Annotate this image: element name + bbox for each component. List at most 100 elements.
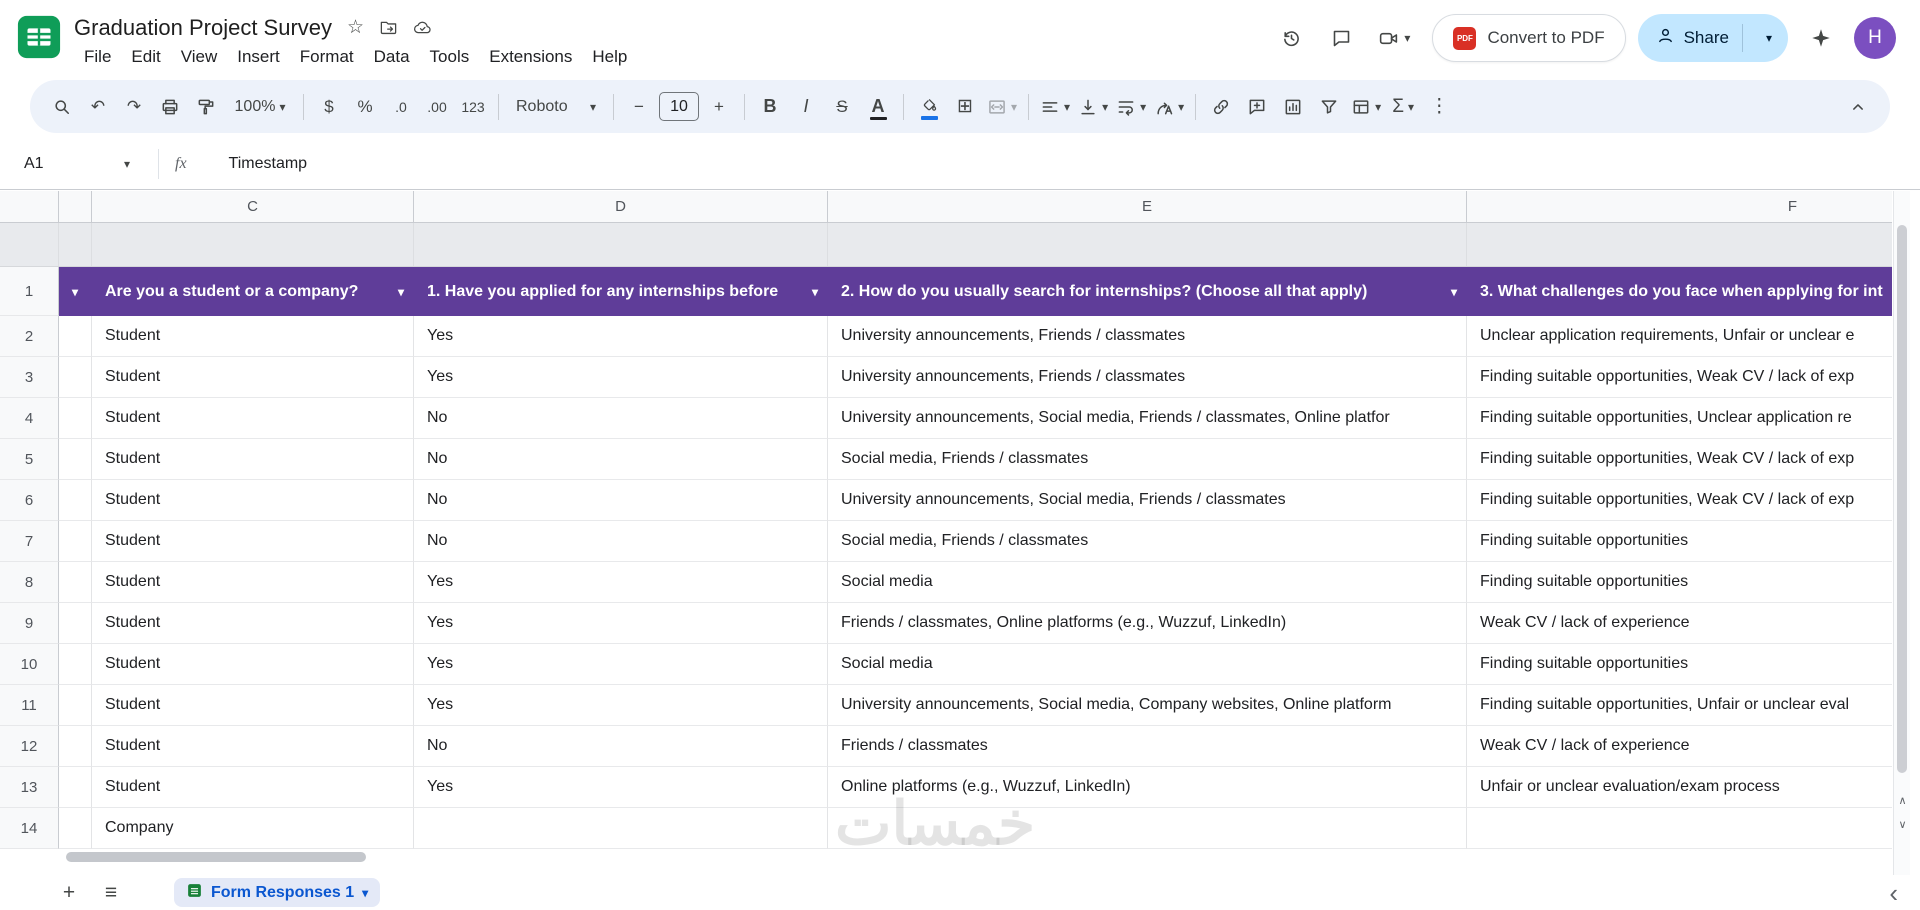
cell[interactable] (59, 685, 92, 726)
menu-help[interactable]: Help (582, 45, 637, 69)
increase-font-size-icon[interactable]: + (701, 88, 737, 126)
cell[interactable]: Student (92, 767, 414, 808)
decrease-decimal-icon[interactable]: .0 (383, 88, 419, 126)
cell[interactable]: Yes (414, 685, 828, 726)
insert-comment-icon[interactable] (1239, 88, 1275, 126)
cell[interactable]: Student (92, 316, 414, 357)
currency-format-icon[interactable]: $ (311, 88, 347, 126)
row-number[interactable]: 11 (0, 685, 59, 726)
meet-button[interactable]: ▾ (1368, 15, 1420, 61)
cell[interactable] (59, 562, 92, 603)
horizontal-align-icon[interactable]: ▾ (1036, 88, 1074, 126)
share-button[interactable]: Share ▾ (1637, 14, 1788, 62)
cell[interactable]: Finding suitable opportunities, Weak CV … (1467, 480, 1892, 521)
print-icon[interactable] (152, 88, 188, 126)
scroll-up-button[interactable]: ∧ (1894, 789, 1911, 811)
cell[interactable]: Unclear application requirements, Unfair… (1467, 316, 1892, 357)
cell[interactable]: Social media, Friends / classmates (828, 521, 1467, 562)
cell[interactable]: Student (92, 685, 414, 726)
filter-header-cell[interactable]: 3. What challenges do you face when appl… (1467, 267, 1892, 316)
cell[interactable] (59, 316, 92, 357)
insert-chart-icon[interactable] (1275, 88, 1311, 126)
cell[interactable]: Finding suitable opportunities, Weak CV … (1467, 357, 1892, 398)
cell[interactable]: Social media (828, 644, 1467, 685)
horizontal-scrollbar-thumb[interactable] (66, 852, 366, 862)
font-select[interactable]: Roboto ▾ (506, 88, 606, 126)
filter-chevron-icon[interactable]: ▾ (72, 286, 78, 298)
cell[interactable]: Yes (414, 767, 828, 808)
cell[interactable]: Student (92, 726, 414, 767)
filter-header-cell[interactable]: 1. Have you applied for any internships … (414, 267, 828, 316)
search-icon[interactable] (44, 88, 80, 126)
cell[interactable]: Yes (414, 562, 828, 603)
select-all-corner[interactable] (0, 191, 59, 222)
cell[interactable]: Friends / classmates, Online platforms (… (828, 603, 1467, 644)
cell[interactable] (59, 480, 92, 521)
row-number[interactable]: 7 (0, 521, 59, 562)
cell[interactable]: Yes (414, 644, 828, 685)
cell[interactable] (59, 726, 92, 767)
cell[interactable] (59, 439, 92, 480)
cell[interactable]: No (414, 439, 828, 480)
row-number[interactable]: 3 (0, 357, 59, 398)
cell[interactable]: No (414, 726, 828, 767)
increase-decimal-icon[interactable]: .00 (419, 88, 455, 126)
cell[interactable]: Yes (414, 357, 828, 398)
cell[interactable]: Unfair or unclear evaluation/exam proces… (1467, 767, 1892, 808)
row-number[interactable]: 4 (0, 398, 59, 439)
gemini-icon[interactable] (1798, 15, 1844, 61)
column-header-d[interactable]: D (414, 191, 828, 222)
undo-icon[interactable]: ↶ (80, 88, 116, 126)
menu-file[interactable]: File (74, 45, 121, 69)
cell[interactable]: Student (92, 439, 414, 480)
chevron-down-icon[interactable]: ▾ (124, 158, 130, 170)
cell[interactable] (59, 603, 92, 644)
menu-format[interactable]: Format (290, 45, 364, 69)
cell[interactable]: Finding suitable opportunities (1467, 644, 1892, 685)
cell[interactable]: University announcements, Social media, … (828, 480, 1467, 521)
cell[interactable]: Weak CV / lack of experience (1467, 603, 1892, 644)
cell[interactable]: No (414, 398, 828, 439)
cell[interactable]: Student (92, 603, 414, 644)
functions-icon[interactable]: Σ ▾ (1385, 88, 1421, 126)
cell[interactable] (59, 521, 92, 562)
fill-color-icon[interactable] (911, 88, 947, 126)
cell[interactable]: Student (92, 562, 414, 603)
filter-header-cell[interactable]: ▾ (59, 267, 92, 316)
menu-view[interactable]: View (171, 45, 228, 69)
text-rotation-icon[interactable]: ▾ (1150, 88, 1188, 126)
cell[interactable]: Finding suitable opportunities, Unfair o… (1467, 685, 1892, 726)
filter-icon[interactable] (1311, 88, 1347, 126)
menu-edit[interactable]: Edit (121, 45, 170, 69)
merge-cells-icon[interactable]: ▾ (983, 88, 1021, 126)
borders-icon[interactable]: ⊞ (947, 88, 983, 126)
cell[interactable]: Finding suitable opportunities, Unclear … (1467, 398, 1892, 439)
add-sheet-button[interactable]: + (48, 875, 90, 910)
bold-icon[interactable]: B (752, 88, 788, 126)
paint-format-icon[interactable] (188, 88, 224, 126)
cell[interactable]: No (414, 521, 828, 562)
redo-icon[interactable]: ↷ (116, 88, 152, 126)
zoom-select[interactable]: 100% ▾ (224, 88, 296, 126)
filter-header-cell[interactable]: Are you a student or a company? ▾ (92, 267, 414, 316)
cell[interactable]: Weak CV / lack of experience (1467, 726, 1892, 767)
cell[interactable]: Student (92, 357, 414, 398)
italic-icon[interactable]: I (788, 88, 824, 126)
cell[interactable]: Yes (414, 603, 828, 644)
filter-chevron-icon[interactable]: ▾ (812, 286, 818, 298)
row-number[interactable]: 12 (0, 726, 59, 767)
filter-chevron-icon[interactable]: ▾ (1451, 286, 1457, 298)
menu-insert[interactable]: Insert (227, 45, 290, 69)
percent-format-icon[interactable]: % (347, 88, 383, 126)
version-history-icon[interactable] (1268, 15, 1314, 61)
insert-link-icon[interactable] (1203, 88, 1239, 126)
decrease-font-size-icon[interactable]: − (621, 88, 657, 126)
formula-input[interactable]: Timestamp (229, 155, 308, 173)
cell[interactable]: Finding suitable opportunities (1467, 562, 1892, 603)
cloud-status-icon[interactable] (413, 18, 432, 37)
row-number[interactable]: 2 (0, 316, 59, 357)
all-sheets-button[interactable]: ≡ (90, 875, 132, 910)
row-number[interactable]: 1 (0, 267, 59, 316)
more-options-icon[interactable]: ⋮ (1421, 88, 1457, 126)
scroll-down-button[interactable]: ∨ (1894, 813, 1911, 835)
